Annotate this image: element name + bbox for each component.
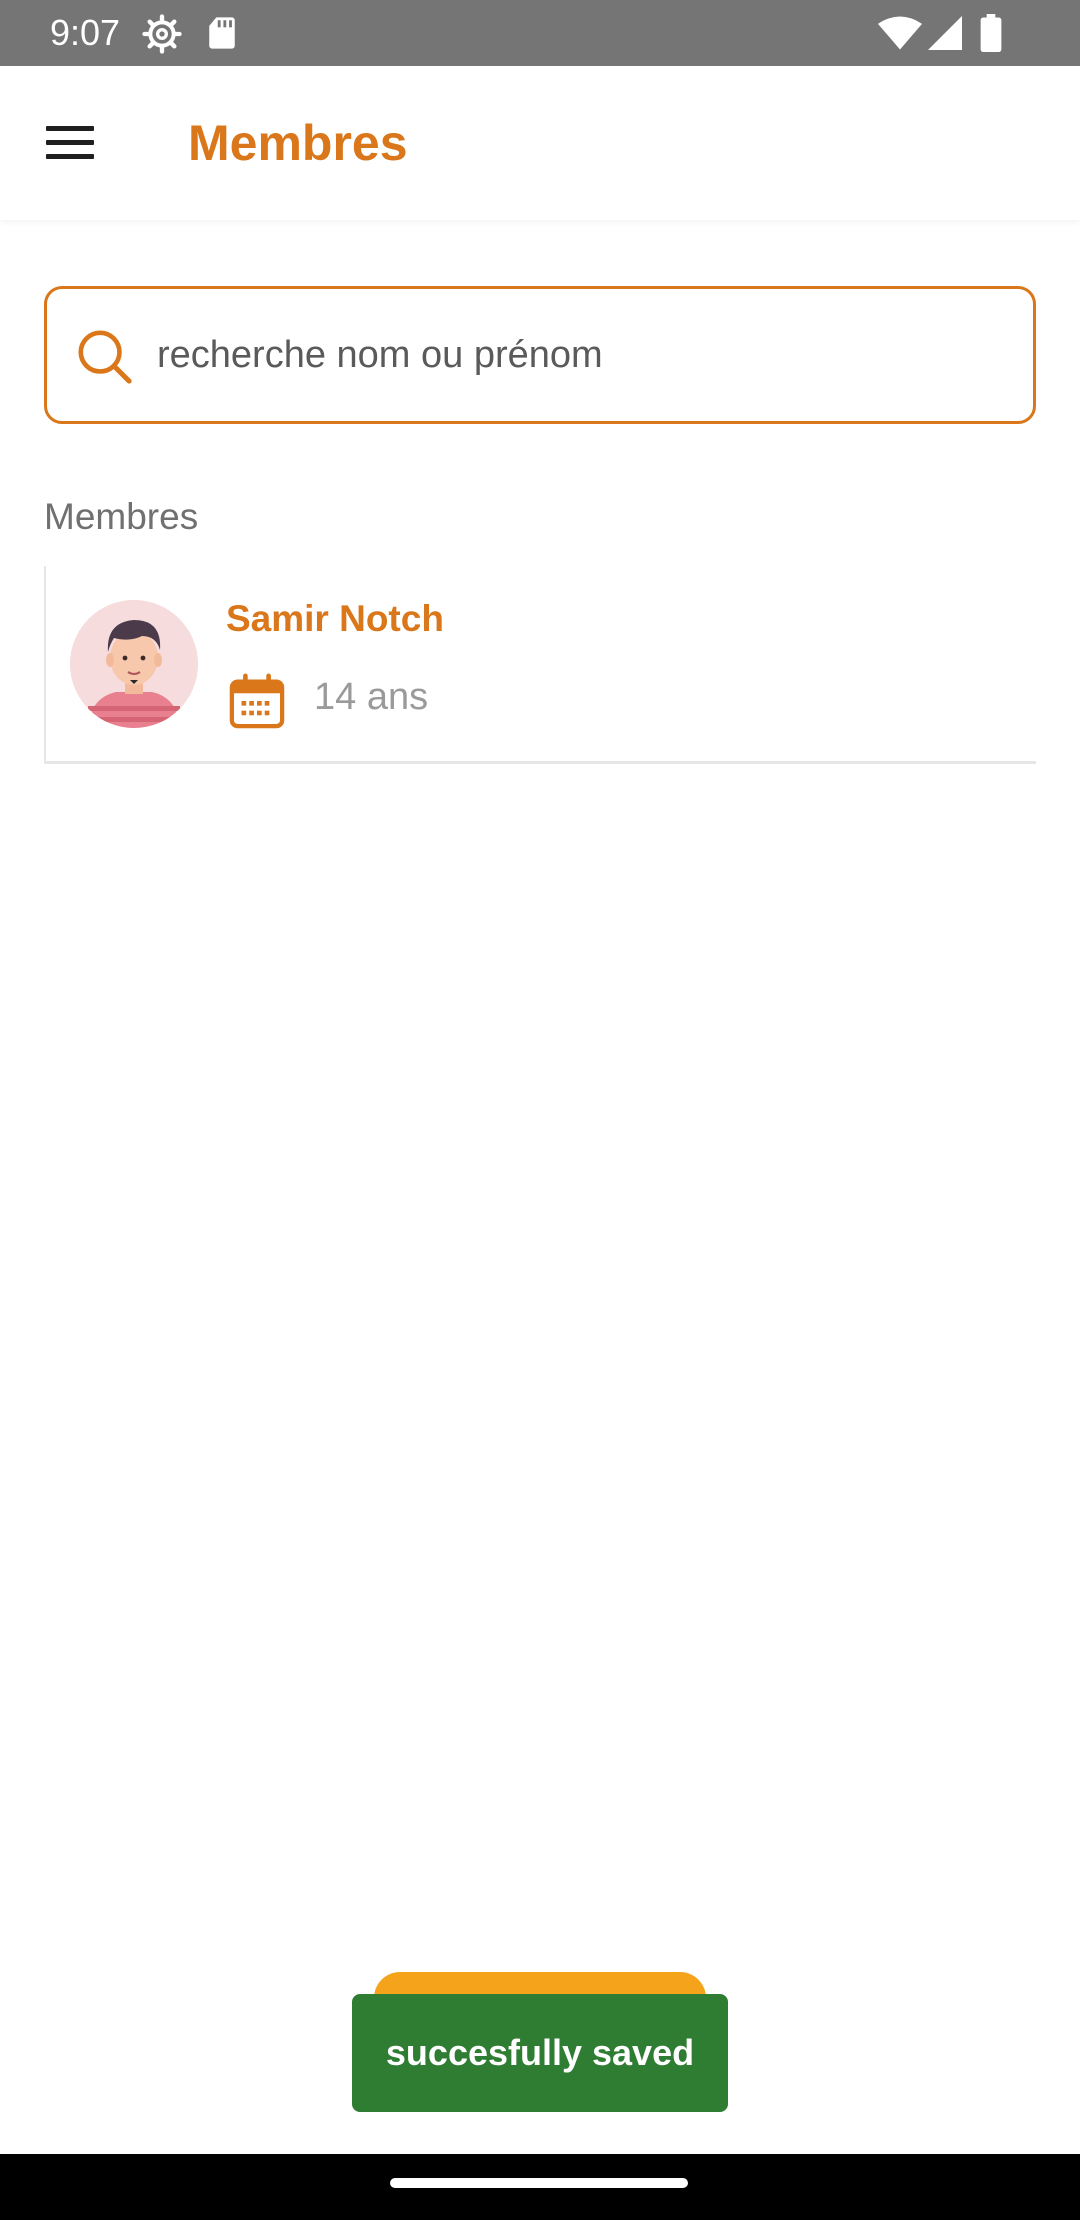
search-input[interactable] [157, 319, 997, 391]
hamburger-menu-icon[interactable] [40, 120, 102, 166]
member-name: Samir Notch [226, 598, 444, 639]
toast-text: succesfully saved [385, 2032, 695, 2073]
boy-avatar-icon [70, 600, 198, 728]
section-label: Membres [44, 496, 199, 537]
search-icon [78, 330, 132, 384]
status-time: 9:07 [50, 12, 121, 53]
status-bar: 9:07 [0, 0, 1080, 66]
settings-gear-icon [142, 14, 182, 54]
toast-message: succesfully saved [352, 1994, 728, 2112]
signal-icon [928, 16, 962, 50]
battery-icon [980, 14, 1002, 52]
avatar [70, 600, 198, 728]
wifi-icon [878, 16, 922, 50]
member-age: 14 ans [314, 676, 429, 718]
sd-card-icon [209, 17, 235, 49]
navigation-bar [0, 2154, 1080, 2220]
screen: 9:07 Membres recherche nom ou prénom Mem… [0, 0, 1080, 2220]
member-card[interactable]: Samir Notch 14 ans [44, 566, 1036, 764]
home-indicator[interactable] [390, 2178, 688, 2188]
search-field[interactable] [44, 286, 1036, 424]
page-title: Membres [188, 115, 408, 171]
app-bar: Membres [0, 66, 1080, 220]
calendar-icon [229, 673, 285, 729]
